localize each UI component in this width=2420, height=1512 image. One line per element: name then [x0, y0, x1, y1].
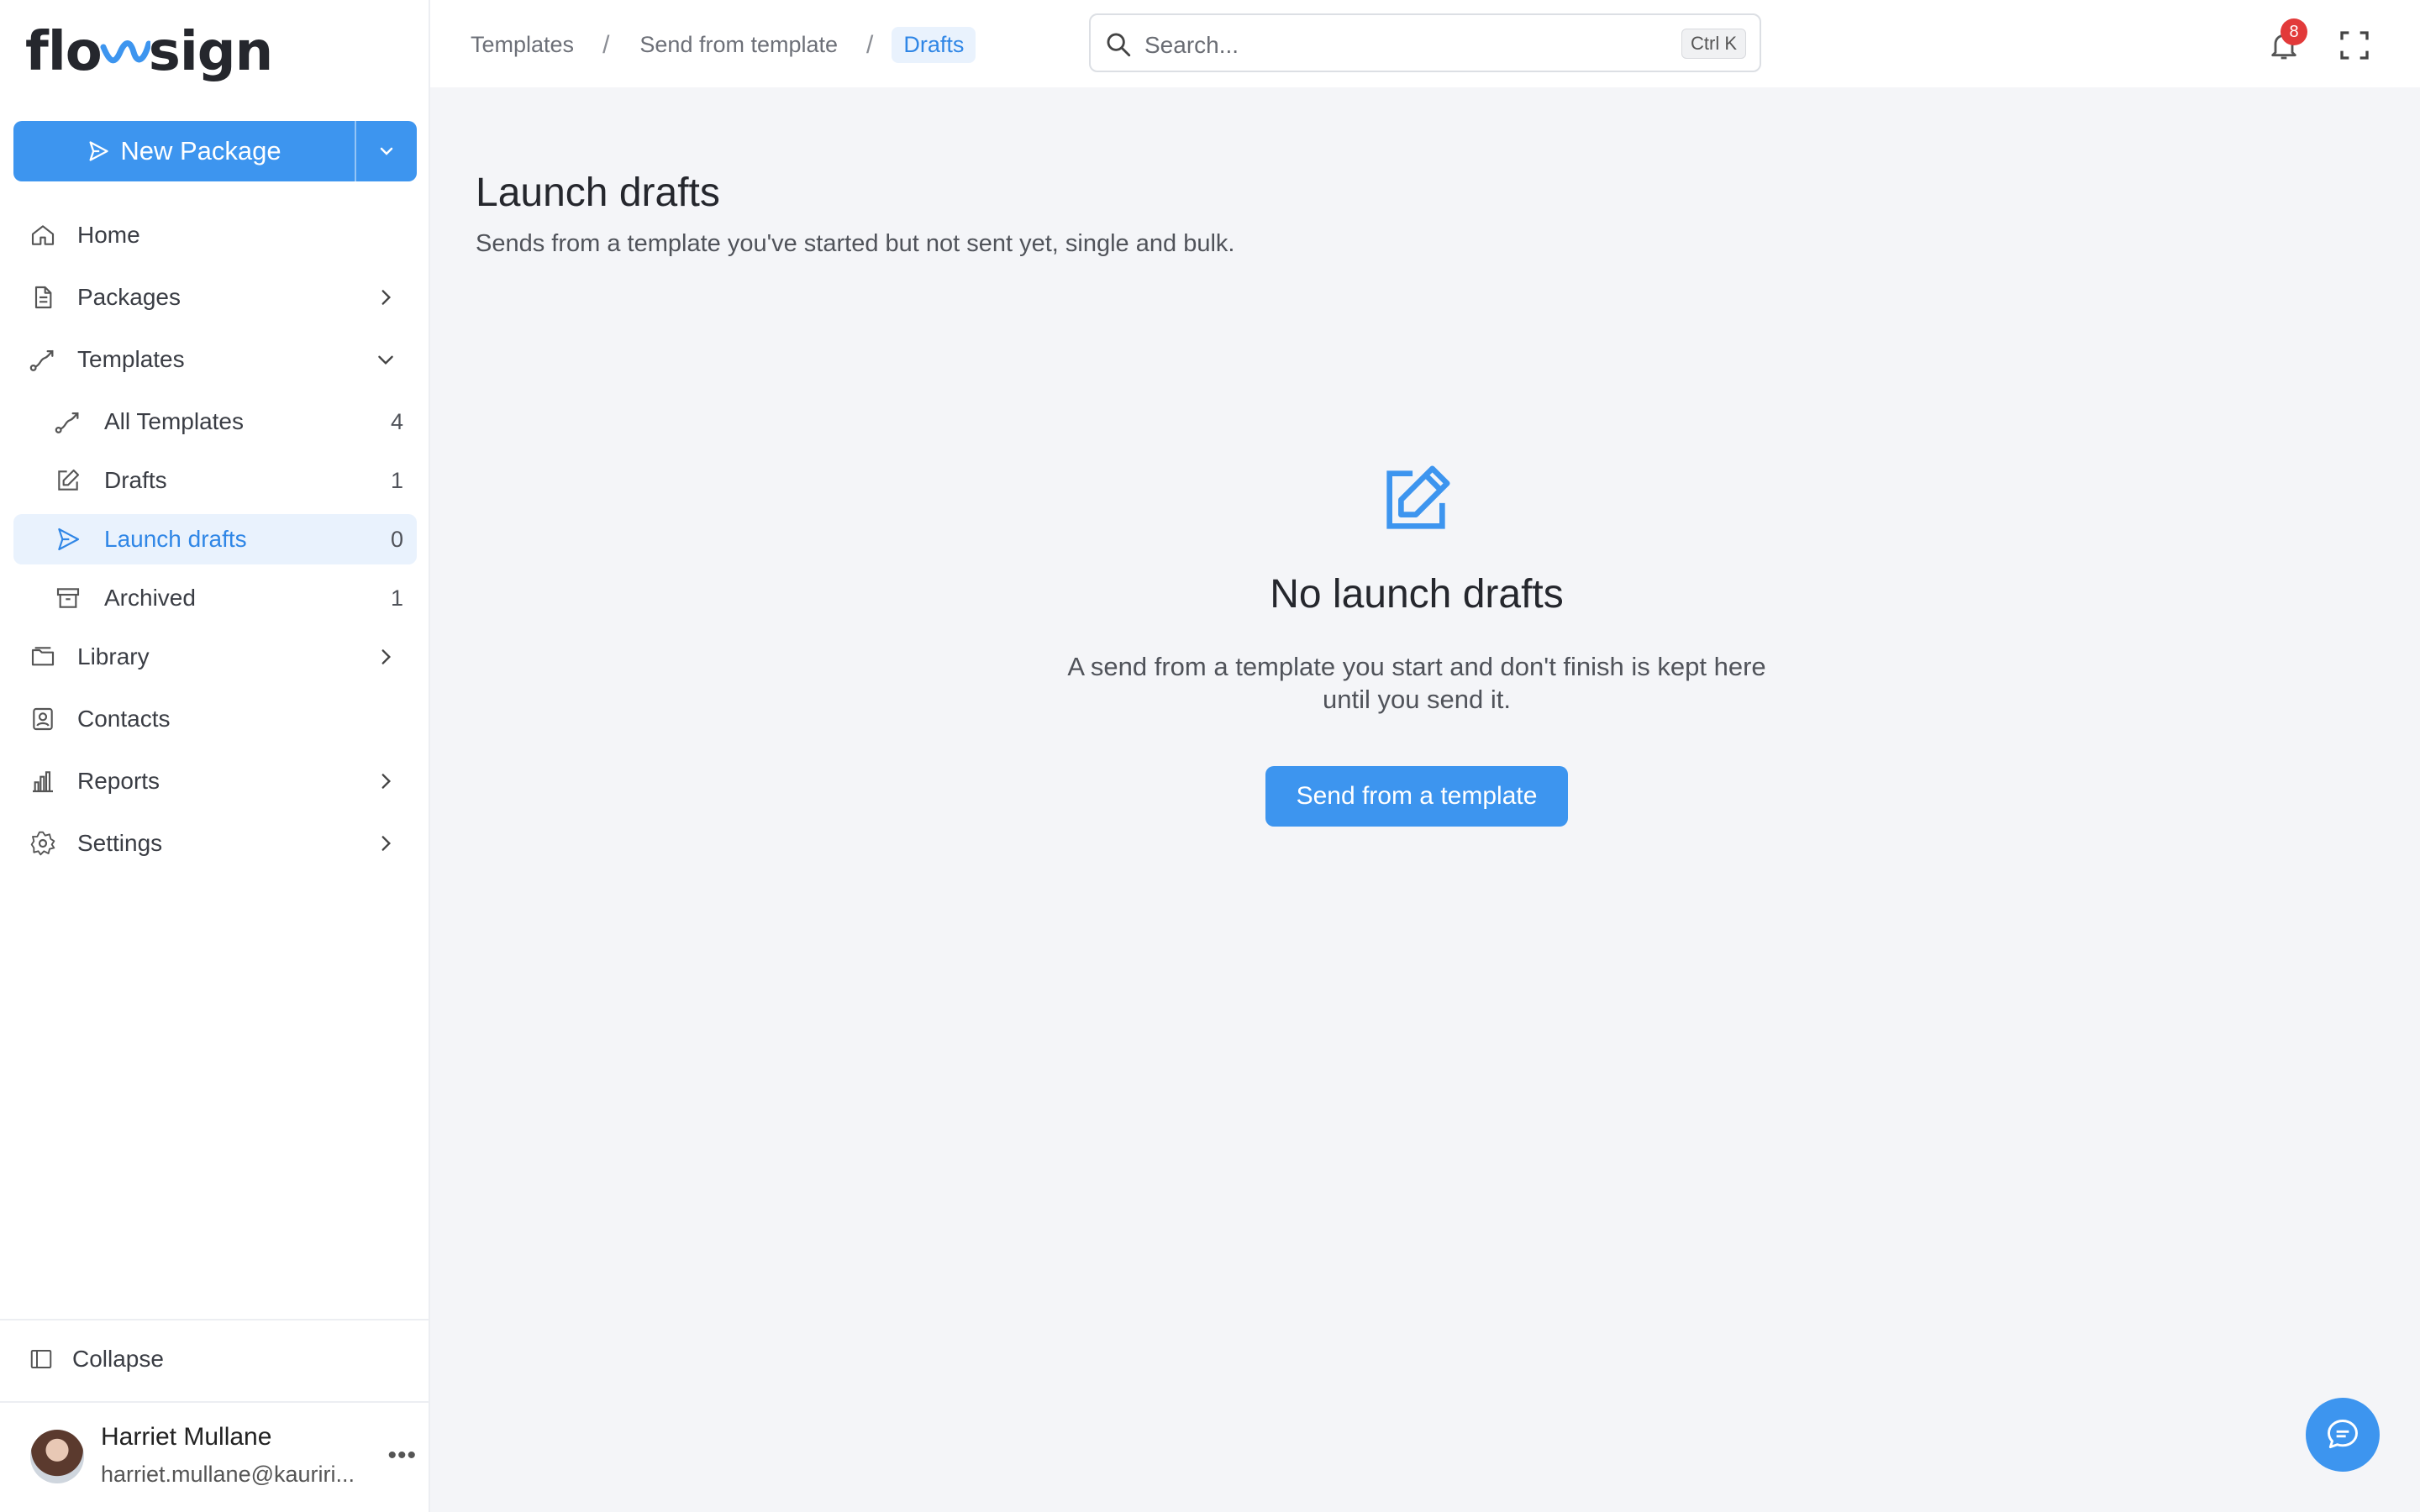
- notification-badge: 8: [2281, 18, 2307, 45]
- logo-wave-icon: [100, 40, 150, 64]
- archive-icon: [54, 584, 82, 612]
- folder-icon: [29, 643, 57, 671]
- flowsign-logo[interactable]: flo sign: [25, 18, 273, 86]
- sidebar-item-contacts[interactable]: Contacts: [13, 694, 417, 744]
- empty-state-description: A send from a template you start and don…: [1067, 652, 1766, 714]
- count-badge: 0: [390, 526, 403, 552]
- sidebar-item-reports[interactable]: Reports: [13, 756, 417, 806]
- chevron-right-icon: [381, 290, 392, 305]
- count-badge: 4: [390, 408, 403, 434]
- breadcrumb-templates[interactable]: Templates: [471, 32, 574, 58]
- new-package-label: New Package: [120, 136, 281, 165]
- avatar: [30, 1430, 84, 1483]
- sidebar-panel-icon: [30, 1350, 52, 1368]
- sidebar-item-label: Library: [77, 643, 150, 669]
- sidebar-item-library[interactable]: Library: [13, 632, 417, 682]
- edit-icon: [54, 466, 82, 495]
- sidebar-subitem-drafts[interactable]: Drafts 1: [13, 455, 417, 506]
- sidebar-item-templates[interactable]: Templates: [13, 334, 417, 385]
- sidebar-subitem-label: Archived: [104, 585, 196, 611]
- breadcrumb-separator: /: [602, 30, 610, 59]
- chat-icon: [2328, 1420, 2358, 1449]
- chevron-right-icon: [381, 774, 392, 789]
- sidebar-item-settings[interactable]: Settings: [13, 818, 417, 869]
- new-package-split-button: New Package: [13, 121, 417, 181]
- sidebar-subitem-label: Drafts: [104, 467, 167, 493]
- top-header: Templates / Send from template / Drafts …: [430, 0, 2420, 87]
- sidebar-item-label: Contacts: [77, 706, 171, 732]
- chevron-down-icon: [378, 355, 393, 365]
- sidebar-item-label: Reports: [77, 768, 160, 794]
- search-input[interactable]: Search... Ctrl K: [1089, 13, 1761, 72]
- user-name: Harriet Mullane: [101, 1423, 272, 1451]
- breadcrumb-send-from-template[interactable]: Send from template: [639, 32, 838, 58]
- count-badge: 1: [390, 467, 403, 493]
- breadcrumb-current[interactable]: Drafts: [892, 27, 976, 63]
- empty-state-title: No launch drafts: [1270, 572, 1564, 617]
- sidebar-subitem-archived[interactable]: Archived 1: [13, 573, 417, 623]
- sidebar-subitem-all-templates[interactable]: All Templates 4: [13, 396, 417, 447]
- bar-chart-icon: [29, 767, 57, 795]
- route-icon: [29, 345, 57, 374]
- send-from-template-button[interactable]: Send from a template: [1265, 766, 1568, 827]
- sidebar-item-home[interactable]: Home: [13, 210, 417, 260]
- sidebar: flo sign New Package Home Packages Templ…: [0, 0, 430, 1512]
- contact-icon: [29, 705, 57, 733]
- sidebar-subitem-label: Launch drafts: [104, 526, 247, 552]
- sidebar-subitem-launch-drafts[interactable]: Launch drafts 0: [13, 514, 417, 564]
- chevron-right-icon: [381, 649, 392, 664]
- edit-icon: [1386, 465, 1450, 529]
- user-email: harriet.mullane@kauriri...: [101, 1462, 355, 1487]
- more-options-button[interactable]: •••: [387, 1441, 417, 1470]
- sidebar-item-label: Home: [77, 222, 140, 248]
- collapse-button[interactable]: Collapse: [29, 1346, 164, 1373]
- page-subtitle: Sends from a template you've started but…: [476, 230, 1235, 257]
- document-icon: [29, 283, 57, 312]
- search-placeholder: Search...: [1144, 32, 1239, 58]
- sidebar-item-label: Templates: [77, 346, 185, 372]
- logo-text-left: flo: [25, 21, 103, 83]
- search-icon: [1107, 33, 1131, 57]
- chat-button[interactable]: [2306, 1398, 2380, 1472]
- breadcrumb: Templates / Send from template / Drafts: [471, 27, 976, 63]
- logo-text-right: sign: [148, 21, 273, 83]
- send-icon: [54, 525, 82, 554]
- search-shortcut: Ctrl K: [1681, 29, 1746, 59]
- chevron-down-icon: [380, 147, 393, 155]
- sidebar-item-label: Settings: [77, 830, 163, 856]
- new-package-dropdown-button[interactable]: [356, 121, 417, 181]
- home-icon: [29, 221, 57, 249]
- sidebar-subitem-label: All Templates: [104, 408, 245, 434]
- collapse-label: Collapse: [72, 1346, 164, 1372]
- sidebar-nav: Home Packages Templates All Templates 4: [13, 210, 417, 880]
- chevron-right-icon: [381, 836, 392, 851]
- user-profile[interactable]: Harriet Mullane harriet.mullane@kauriri.…: [30, 1420, 417, 1495]
- fullscreen-icon[interactable]: [2338, 29, 2371, 62]
- gear-icon: [29, 829, 57, 858]
- count-badge: 1: [390, 585, 403, 611]
- page-title: Launch drafts: [476, 171, 720, 215]
- send-icon: [89, 141, 109, 161]
- sidebar-item-label: Packages: [77, 284, 181, 310]
- breadcrumb-separator: /: [866, 30, 874, 59]
- new-package-button[interactable]: New Package: [13, 121, 356, 181]
- sidebar-item-packages[interactable]: Packages: [13, 272, 417, 323]
- collapse-section: Collapse: [0, 1319, 429, 1403]
- route-icon: [54, 407, 82, 436]
